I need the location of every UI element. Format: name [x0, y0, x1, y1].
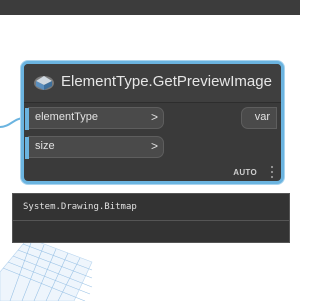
input-port-label: elementType — [35, 111, 98, 123]
lacing-indicator[interactable]: AUTO — [233, 168, 257, 177]
output-port-var[interactable]: var — [241, 107, 277, 129]
canvas[interactable]: ElementType.GetPreviewImage elementType … — [0, 0, 300, 301]
output-port-label: var — [254, 111, 270, 123]
chevron-right-icon[interactable]: > — [151, 110, 158, 124]
preview-value-row: System.Drawing.Bitmap — [13, 194, 289, 221]
input-port-elementtype[interactable]: elementType > — [25, 107, 164, 130]
input-port-label: size — [35, 140, 55, 152]
vertical-dots-icon[interactable] — [269, 165, 275, 179]
cube-icon — [32, 72, 56, 92]
preview-value: System.Drawing.Bitmap — [23, 202, 137, 212]
node-header[interactable]: ElementType.GetPreviewImage — [24, 64, 281, 103]
chevron-right-icon[interactable]: > — [151, 139, 158, 153]
input-port-size[interactable]: size > — [25, 136, 164, 159]
port-connected-marker — [25, 108, 29, 130]
node-preview-bubble[interactable]: System.Drawing.Bitmap — [12, 193, 290, 243]
port-connected-marker — [25, 137, 29, 159]
node-title: ElementType.GetPreviewImage — [61, 73, 272, 90]
graph-node[interactable]: ElementType.GetPreviewImage elementType … — [21, 61, 284, 184]
